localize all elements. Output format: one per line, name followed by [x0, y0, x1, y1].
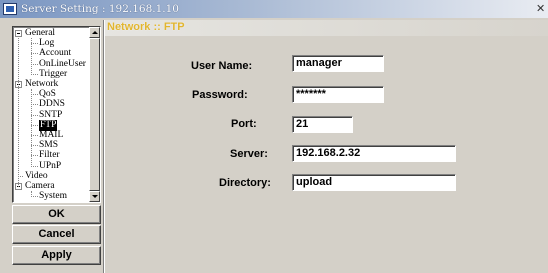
- tree-item-system[interactable]: System: [39, 191, 67, 202]
- ok-button[interactable]: OK: [12, 205, 101, 224]
- tree-connector: [31, 135, 38, 136]
- tree-connector: [31, 63, 38, 65]
- user-name-label: User Name:: [191, 60, 253, 72]
- tree-connector: [31, 114, 38, 116]
- section-title: Network :: FTP: [107, 21, 185, 33]
- tree-guide: [31, 89, 32, 167]
- tree-connector: [31, 53, 38, 55]
- app-icon: [3, 3, 17, 15]
- port-field[interactable]: 21: [292, 116, 353, 133]
- tree-connector: [31, 165, 38, 167]
- tree-connector: [31, 43, 38, 45]
- tree-connector: [31, 155, 38, 157]
- panel-divider: [103, 20, 105, 273]
- window-title: Server Setting : 192.168.1.10: [21, 3, 179, 15]
- tree-guide: [31, 38, 32, 75]
- tree-connector: [31, 104, 38, 106]
- server-label: Server:: [230, 148, 268, 160]
- tree-scrollbar[interactable]: [89, 27, 100, 202]
- server-field[interactable]: 192.168.2.32: [292, 145, 456, 162]
- apply-button[interactable]: Apply: [12, 246, 101, 265]
- close-icon[interactable]: ✕: [536, 1, 546, 16]
- title-bar: Server Setting : 192.168.1.10 ✕: [0, 0, 548, 18]
- tree-connector: [31, 94, 38, 96]
- section-header: Network :: FTP: [105, 20, 548, 36]
- user-name-field[interactable]: manager: [292, 55, 384, 72]
- arrow-up-icon: [92, 31, 98, 34]
- cancel-button[interactable]: Cancel: [12, 225, 101, 244]
- arrow-down-icon: [92, 195, 98, 198]
- tree-connector: [31, 73, 38, 75]
- tree-guide: [31, 191, 32, 198]
- scroll-up-button[interactable]: [89, 27, 100, 38]
- password-label: Password:: [192, 89, 248, 101]
- collapse-icon[interactable]: [15, 30, 22, 37]
- tree-connector: [31, 124, 38, 126]
- tree-connector: [31, 196, 38, 198]
- tree-connector: [31, 145, 38, 147]
- password-field[interactable]: *******: [292, 86, 384, 103]
- directory-label: Directory:: [219, 177, 271, 189]
- settings-tree: General Log Account OnLineUser Trigger Networ…: [12, 26, 101, 203]
- scroll-down-button[interactable]: [89, 191, 100, 202]
- directory-field[interactable]: upload: [292, 174, 456, 191]
- port-label: Port:: [231, 118, 257, 130]
- scroll-thumb[interactable]: [89, 38, 100, 191]
- tree-root-guide: [18, 38, 19, 187]
